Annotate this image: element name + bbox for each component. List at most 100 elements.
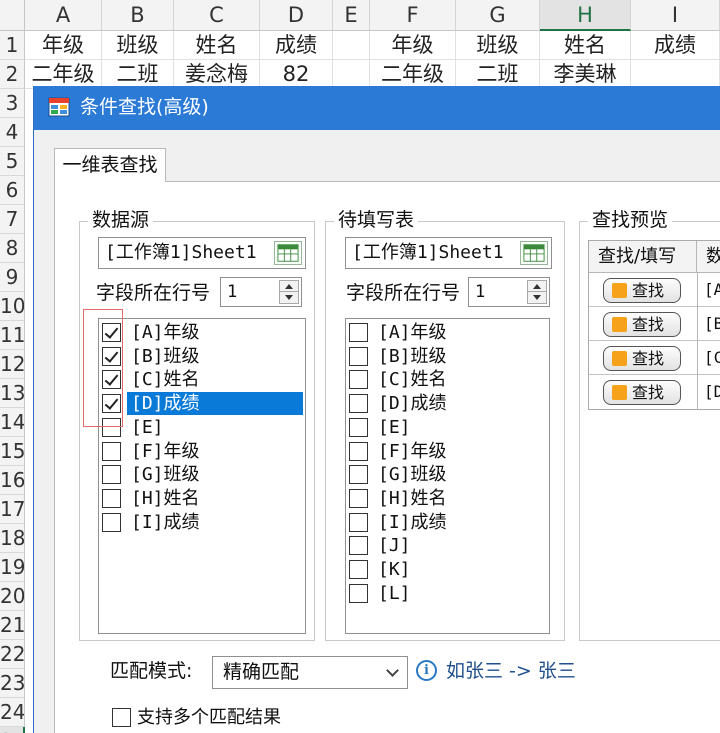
cell[interactable]: 年级 (25, 31, 102, 60)
checkbox-unchecked[interactable] (349, 560, 368, 579)
row-header[interactable]: 3 (0, 89, 25, 118)
target-field-row-spinner[interactable]: 1 (468, 277, 550, 307)
cell[interactable]: 82 (260, 60, 333, 89)
lookup-button[interactable]: 查找 (603, 278, 681, 303)
row-header[interactable]: 19 (0, 553, 25, 582)
row-header[interactable]: 24 (0, 698, 25, 727)
multi-match-checkbox[interactable] (112, 708, 131, 727)
source-group: 数据源 [工作簿1]Sheet1 字段所在行号 1 [A]年级 [B]班级 [C]姓… (79, 206, 315, 641)
preview-cell: [A] (697, 273, 720, 307)
target-field-row-label: 字段所在行号 (346, 282, 461, 304)
column-header[interactable]: E (333, 0, 370, 31)
row-header[interactable]: 9 (0, 263, 25, 292)
cell[interactable]: 班级 (456, 31, 540, 60)
source-workbook-combo[interactable]: [工作簿1]Sheet1 (98, 237, 306, 269)
cell[interactable] (333, 31, 370, 60)
checkbox-unchecked[interactable] (349, 370, 368, 390)
checkbox-unchecked[interactable] (349, 346, 368, 366)
column-header[interactable]: B (102, 0, 174, 31)
row-header[interactable]: 4 (0, 118, 25, 147)
source-field-list[interactable]: [A]年级 [B]班级 [C]姓名 [D]成绩 [E] [F]年级 [G]班级 [H]姓名 [I… (98, 318, 306, 634)
tab-one-dimensional-lookup[interactable]: 一维表查找 (54, 148, 166, 182)
cell[interactable]: 年级 (370, 31, 456, 60)
target-field-list[interactable]: [A]年级 [B]班级 [C]姓名 [D]成绩 [E] [F]年级 [G]班级 [H]姓名 [I… (345, 318, 550, 634)
highlight-annotation-box (83, 309, 123, 427)
cell[interactable]: 姓名 (174, 31, 260, 60)
lookup-button[interactable]: 查找 (603, 312, 681, 337)
field-list-item-label: [K] (378, 559, 411, 580)
row-header[interactable]: 22 (0, 640, 25, 669)
spinner-down-icon[interactable] (528, 292, 546, 303)
multi-match-label: 支持多个匹配结果 (137, 707, 281, 728)
column-header-selected[interactable]: H (540, 0, 631, 31)
dialog-titlebar[interactable]: 条件查找(高级) (34, 86, 720, 130)
lookup-button[interactable]: 查找 (603, 380, 681, 405)
row-header[interactable]: 1 (0, 31, 25, 60)
select-range-icon[interactable] (274, 241, 302, 265)
checkbox-unchecked[interactable] (102, 441, 121, 461)
spinner-up-icon[interactable] (528, 281, 546, 292)
cell[interactable]: 班级 (102, 31, 174, 60)
select-range-icon[interactable] (520, 241, 548, 265)
row-header[interactable]: 10 (0, 292, 25, 321)
preview-row: 查找 [B] (589, 307, 720, 341)
row-header[interactable]: 8 (0, 234, 25, 263)
checkbox-unchecked[interactable] (349, 512, 368, 532)
cell[interactable]: 二班 (456, 60, 540, 89)
spinner-buttons (279, 280, 299, 304)
cell[interactable]: 姓名 (540, 31, 631, 60)
lookup-button[interactable]: 查找 (603, 346, 681, 371)
field-list-item-label: [G]班级 (131, 464, 200, 486)
cell[interactable]: 李美琳 (540, 60, 631, 89)
spinner-down-icon[interactable] (280, 292, 298, 303)
checkbox-unchecked[interactable] (349, 323, 368, 342)
column-header[interactable]: F (370, 0, 456, 31)
checkbox-unchecked[interactable] (102, 488, 121, 508)
source-field-row-spinner[interactable]: 1 (220, 277, 302, 307)
cell[interactable]: 二年级 (370, 60, 456, 89)
checkbox-unchecked[interactable] (349, 536, 368, 556)
checkbox-unchecked[interactable] (349, 488, 368, 508)
row-header[interactable]: 13 (0, 379, 25, 408)
column-header[interactable]: G (456, 0, 540, 31)
row-header[interactable]: 15 (0, 437, 25, 466)
cell[interactable]: 成绩 (631, 31, 720, 60)
checkbox-unchecked[interactable] (102, 512, 121, 532)
row-header[interactable]: 16 (0, 466, 25, 495)
row-header[interactable]: 17 (0, 495, 25, 524)
row-header[interactable]: 2 (0, 60, 25, 89)
checkbox-unchecked[interactable] (102, 465, 121, 485)
cell[interactable]: 成绩 (260, 31, 333, 60)
checkbox-unchecked[interactable] (349, 441, 368, 461)
row-header[interactable]: 20 (0, 582, 25, 611)
cell[interactable]: 二班 (102, 60, 174, 89)
checkbox-unchecked[interactable] (349, 465, 368, 485)
cell[interactable] (631, 60, 720, 89)
column-header[interactable]: C (174, 0, 260, 31)
cell[interactable] (333, 60, 370, 89)
preview-col-lookup-fill-header: 查找/填写 (589, 241, 697, 273)
checkbox-unchecked[interactable] (349, 583, 368, 603)
cell[interactable]: 姜念梅 (174, 60, 260, 89)
row-header[interactable]: 7 (0, 205, 25, 234)
info-icon[interactable]: i (416, 660, 437, 681)
checkbox-unchecked[interactable] (349, 417, 368, 437)
match-mode-select[interactable]: 精确匹配 (212, 656, 408, 689)
row-header[interactable]: 5 (0, 147, 25, 176)
row-header[interactable]: 18 (0, 524, 25, 553)
checkbox-unchecked[interactable] (349, 394, 368, 414)
row-header[interactable]: 21 (0, 611, 25, 640)
column-header[interactable]: I (631, 0, 720, 31)
spinner-up-icon[interactable] (280, 281, 298, 292)
row-header[interactable]: 14 (0, 408, 25, 437)
row-header[interactable]: 23 (0, 669, 25, 698)
row-header-selected[interactable]: 25 (0, 727, 25, 733)
select-all-corner[interactable] (0, 0, 25, 31)
column-header[interactable]: D (260, 0, 333, 31)
row-header[interactable]: 6 (0, 176, 25, 205)
cell[interactable]: 二年级 (25, 60, 102, 89)
row-header[interactable]: 11 (0, 321, 25, 350)
column-header[interactable]: A (25, 0, 102, 31)
row-header[interactable]: 12 (0, 350, 25, 379)
target-workbook-combo[interactable]: [工作簿1]Sheet1 (345, 237, 552, 269)
